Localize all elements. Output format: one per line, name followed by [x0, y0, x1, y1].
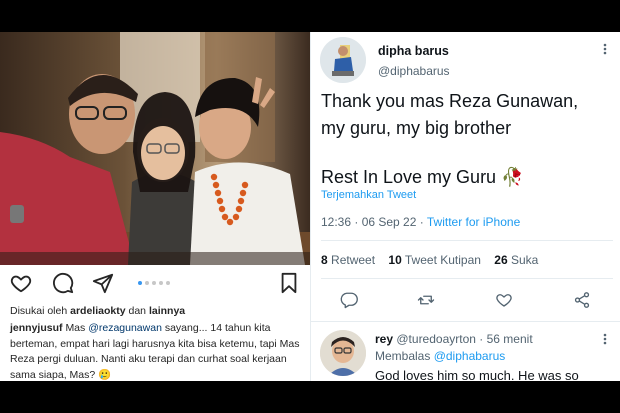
- tweet-timestamp: 12:36 · 06 Sep 22 · Twitter for iPhone: [321, 215, 520, 229]
- carousel-dot: [152, 281, 156, 285]
- quotes-count: 10: [388, 253, 402, 267]
- like-icon[interactable]: [495, 291, 513, 309]
- more-options-icon[interactable]: [599, 332, 611, 346]
- retweet-icon[interactable]: [417, 291, 435, 309]
- caption-text-pre: Mas: [65, 322, 86, 334]
- retweets-stat[interactable]: 8 Retweet: [321, 253, 375, 267]
- divider: [321, 240, 613, 241]
- reply-avatar[interactable]: [320, 330, 366, 376]
- comment-icon[interactable]: [52, 272, 74, 294]
- author-handle[interactable]: @diphabarus: [378, 64, 450, 78]
- carousel-dot: [166, 281, 170, 285]
- liked-by-text: Disukai oleh ardeliaokty dan lainnya: [10, 305, 185, 317]
- instagram-post: Disukai oleh ardeliaokty dan lainnya jen…: [0, 32, 310, 381]
- reply-author-name[interactable]: rey: [375, 332, 393, 346]
- tweet-source-link[interactable]: Twitter for iPhone: [427, 215, 520, 229]
- liked-by-user-link[interactable]: ardeliaokty: [70, 305, 125, 317]
- divider: [321, 278, 613, 279]
- liked-by-prefix: Disukai oleh: [10, 305, 68, 317]
- tweet-text-line: Rest In Love my Guru 🥀: [321, 167, 524, 187]
- tweet-text-line: my guru, my big brother: [321, 118, 512, 138]
- share-icon[interactable]: [573, 291, 591, 309]
- post-photo[interactable]: [0, 32, 310, 265]
- tweet-text: Thank you mas Reza Gunawan, my guru, my …: [321, 88, 611, 191]
- likes-stat[interactable]: 26 Suka: [494, 253, 538, 267]
- replying-to-label: Membalas: [375, 349, 431, 363]
- retweets-label: Retweet: [331, 253, 376, 267]
- carousel-indicator: [138, 281, 170, 285]
- post-actions-bar: [0, 270, 310, 298]
- tweet-detail: dipha barus @diphabarus Thank you mas Re…: [310, 32, 620, 381]
- translate-tweet-link[interactable]: Terjemahkan Tweet: [321, 189, 416, 201]
- reply-header: rey @turedoayrton · 56 menit: [375, 332, 533, 346]
- carousel-dot: [138, 281, 142, 285]
- carousel-dot: [145, 281, 149, 285]
- replying-to: Membalas @diphabarus: [375, 349, 505, 363]
- reply-icon[interactable]: [340, 291, 358, 309]
- divider: [311, 321, 620, 322]
- bookmark-icon[interactable]: [278, 272, 300, 294]
- tweet-text-line: Thank you mas Reza Gunawan,: [321, 91, 579, 111]
- likes-label: Suka: [511, 253, 539, 267]
- post-caption: jennyjusuf Mas @rezagunawan sayang... 14…: [10, 321, 306, 381]
- reply-text: God loves him so much. He was so: [375, 368, 579, 381]
- bottom-letterbox: [0, 381, 620, 413]
- more-options-icon[interactable]: [599, 42, 611, 56]
- tweet-actions-bar: [311, 289, 620, 311]
- tweet-time[interactable]: 12:36 · 06 Sep 22 ·: [321, 215, 424, 229]
- carousel-dot: [159, 281, 163, 285]
- liked-by-and: dan: [128, 305, 147, 317]
- quotes-stat[interactable]: 10 Tweet Kutipan: [388, 253, 481, 267]
- liked-by-others-link[interactable]: lainnya: [149, 305, 185, 317]
- reply-time[interactable]: 56 menit: [487, 332, 533, 346]
- tweet-stats: 8 Retweet 10 Tweet Kutipan 26 Suka: [321, 253, 548, 267]
- likes-count: 26: [494, 253, 508, 267]
- caption-mention-link[interactable]: @rezagunawan: [88, 322, 162, 334]
- reply-separator: ·: [479, 332, 484, 346]
- reply-author-handle[interactable]: @turedoayrton: [396, 332, 476, 346]
- quotes-label: Tweet Kutipan: [404, 253, 481, 267]
- heart-icon[interactable]: [10, 272, 32, 294]
- caption-username[interactable]: jennyjusuf: [10, 322, 63, 334]
- top-letterbox: [0, 0, 620, 32]
- author-name[interactable]: dipha barus: [378, 44, 449, 58]
- share-icon[interactable]: [92, 272, 114, 294]
- replying-to-link[interactable]: @diphabarus: [434, 349, 506, 363]
- avatar[interactable]: [320, 37, 366, 83]
- retweets-count: 8: [321, 253, 328, 267]
